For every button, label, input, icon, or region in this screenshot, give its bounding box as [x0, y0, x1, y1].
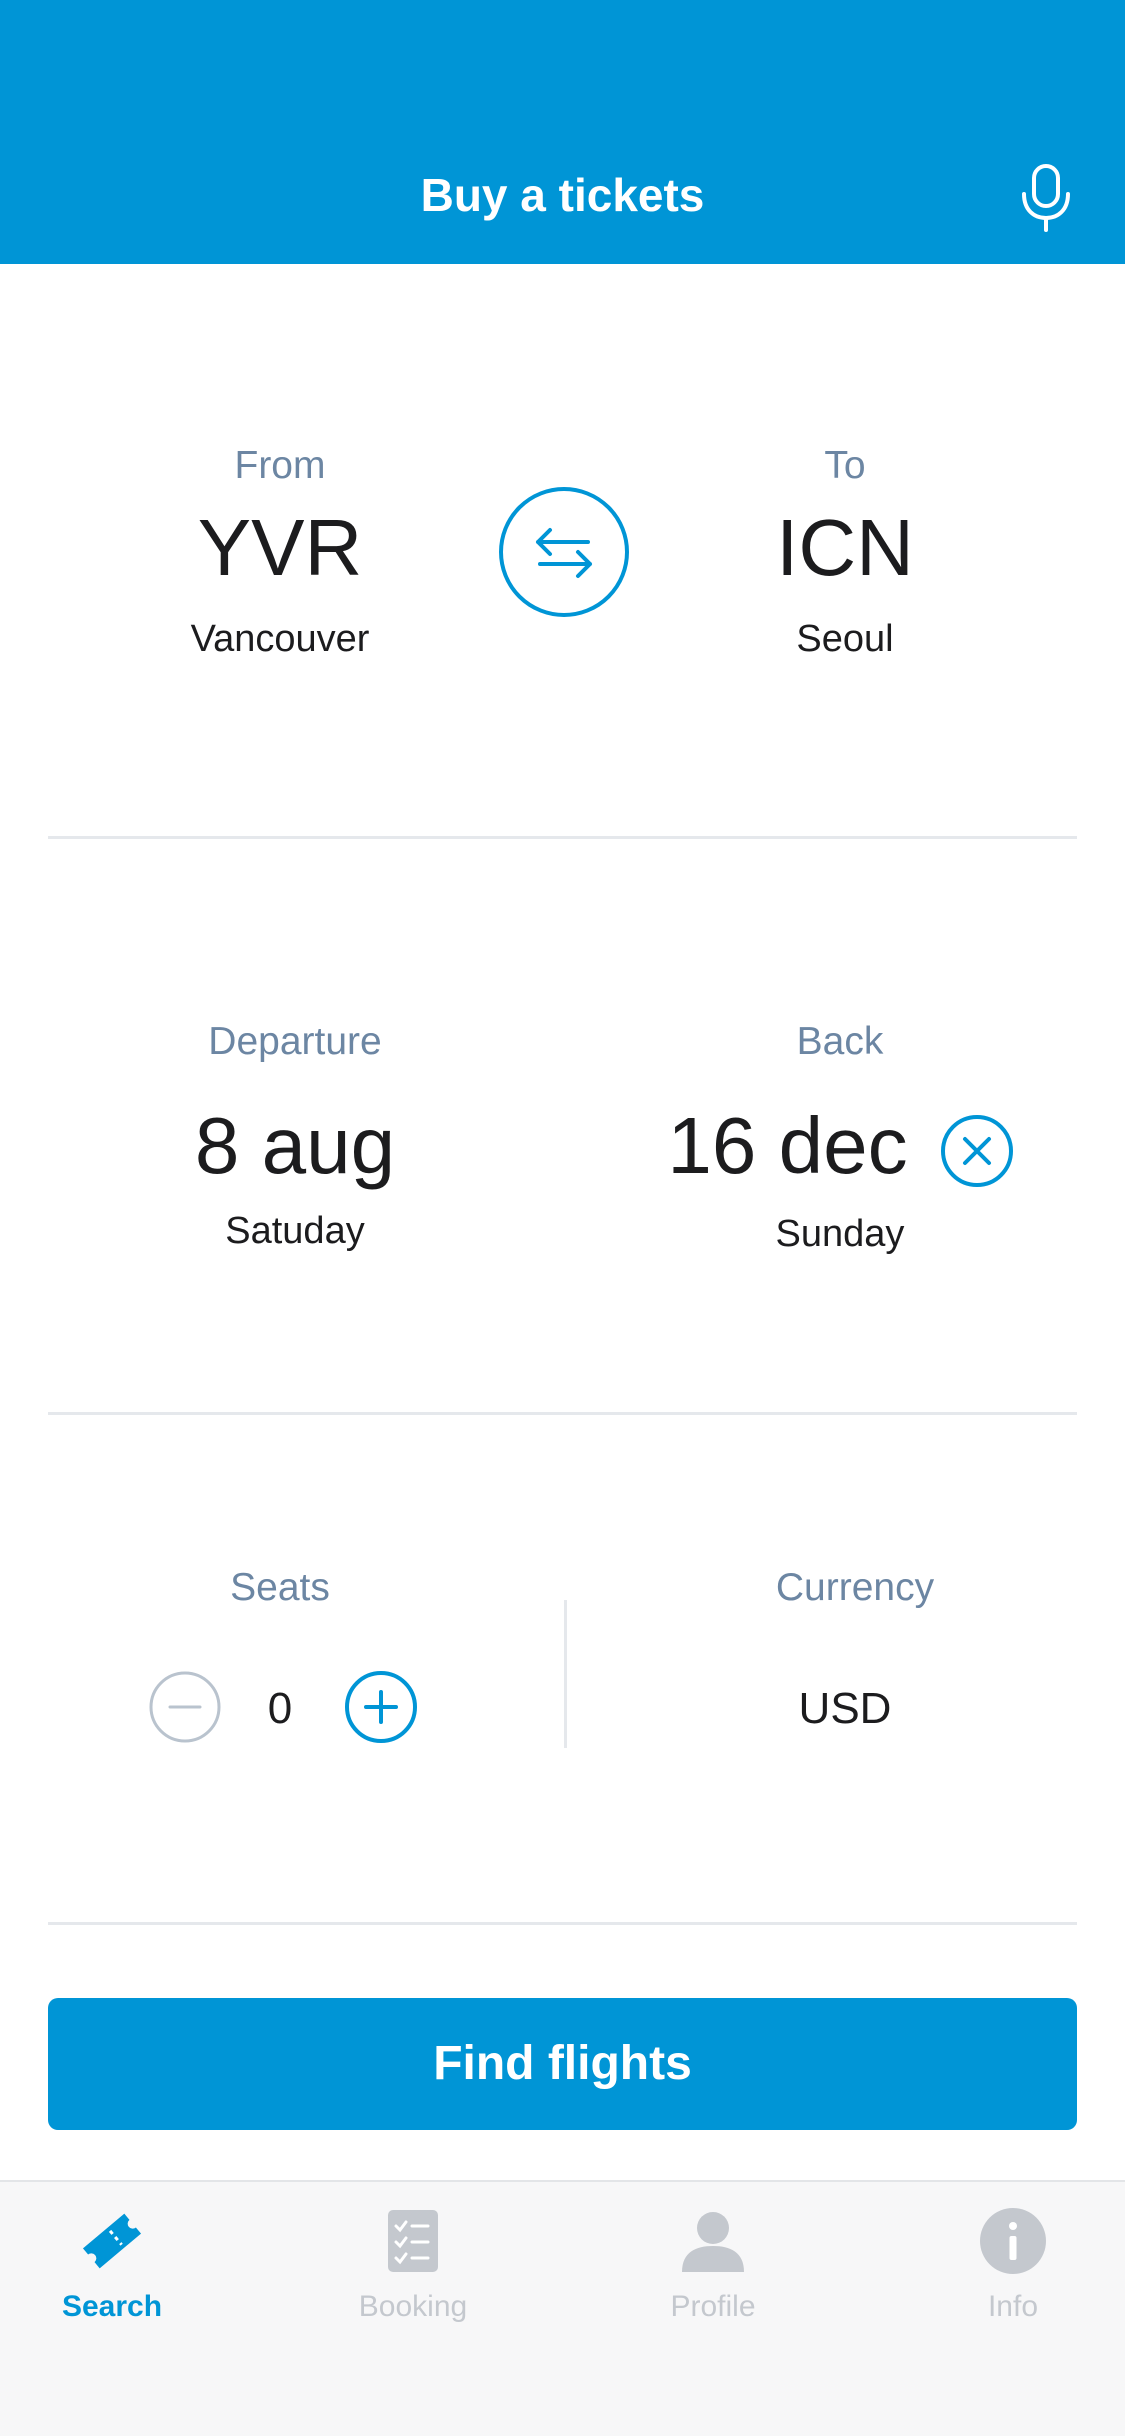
seats-count: 0 — [267, 1684, 293, 1733]
microphone-icon[interactable] — [1018, 162, 1074, 234]
currency-label: Currency — [775, 1566, 935, 1609]
minus-circle-icon[interactable] — [148, 1670, 222, 1744]
checklist-icon — [388, 2210, 438, 2272]
person-icon — [682, 2212, 744, 2272]
divider — [48, 836, 1077, 839]
departure-date[interactable]: 8 aug — [95, 1100, 495, 1192]
back-label: Back — [796, 1020, 884, 1063]
tab-search[interactable]: Search — [2, 2206, 222, 2346]
divider — [48, 1412, 1077, 1415]
from-label: From — [234, 444, 326, 487]
app-header: Buy a tickets — [0, 0, 1125, 264]
currency-value[interactable]: USD — [685, 1684, 1005, 1734]
plus-circle-icon[interactable] — [344, 1670, 418, 1744]
back-date[interactable]: 16 dec — [630, 1100, 945, 1192]
clear-x-circle-icon[interactable] — [940, 1114, 1014, 1188]
ticket-icon — [82, 2213, 142, 2269]
tab-label: Profile — [670, 2290, 756, 2323]
tab-info[interactable]: Info — [903, 2206, 1123, 2346]
tab-bar: Search Booking Profile Info — [0, 2180, 1125, 2436]
tab-label: Info — [987, 2290, 1039, 2323]
to-airport-code[interactable]: ICN — [655, 502, 1035, 594]
back-weekday: Sunday — [775, 1213, 905, 1255]
tab-label: Search — [61, 2290, 163, 2323]
departure-weekday: Satuday — [225, 1210, 365, 1252]
find-flights-button[interactable]: Find flights — [48, 1998, 1077, 2130]
to-label: To — [824, 444, 866, 487]
tab-booking[interactable]: Booking — [303, 2206, 523, 2346]
tab-profile[interactable]: Profile — [603, 2206, 823, 2346]
divider — [48, 1922, 1077, 1925]
from-airport-code[interactable]: YVR — [90, 502, 470, 594]
info-icon — [980, 2208, 1046, 2274]
seats-label: Seats — [230, 1566, 330, 1609]
departure-label: Departure — [208, 1020, 382, 1063]
swap-arrows-icon[interactable] — [498, 486, 630, 618]
from-city: Vancouver — [190, 618, 370, 660]
to-city: Seoul — [796, 618, 894, 660]
tab-label: Booking — [358, 2290, 468, 2323]
page-title: Buy a tickets — [420, 169, 705, 221]
vertical-divider — [564, 1600, 567, 1748]
